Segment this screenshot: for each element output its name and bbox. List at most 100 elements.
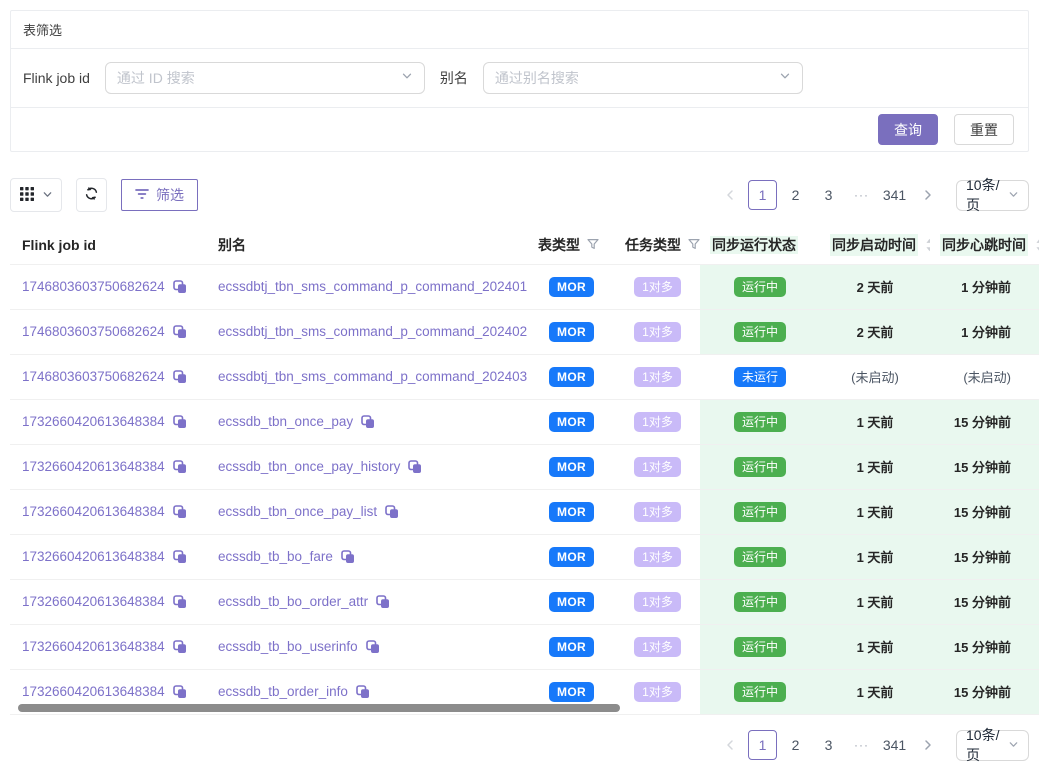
prev-page-button[interactable] [715, 730, 744, 760]
column-settings-button[interactable] [10, 178, 62, 212]
copy-icon[interactable] [376, 595, 390, 609]
reset-button[interactable]: 重置 [954, 114, 1014, 145]
chevron-down-icon [1008, 187, 1019, 203]
status-badge: 未运行 [734, 367, 786, 387]
job-id-link[interactable]: 1732660420613648384 [22, 414, 165, 429]
copy-icon[interactable] [173, 505, 187, 519]
filter-button[interactable]: 筛选 [121, 179, 198, 211]
copy-icon[interactable] [173, 460, 187, 474]
next-page-button[interactable] [913, 730, 942, 760]
copy-icon[interactable] [385, 505, 399, 519]
job-id-link[interactable]: 1746803603750682624 [22, 279, 165, 294]
page-size-select[interactable]: 10条/页 [956, 180, 1029, 211]
col-header-sync-heartbeat-time: 同步心跳时间 [930, 226, 1039, 264]
copy-icon[interactable] [173, 685, 187, 699]
copy-icon[interactable] [173, 325, 187, 339]
task-type-badge: 1对多 [634, 682, 681, 702]
alias-link[interactable]: ecssdb_tb_bo_order_attr [218, 594, 368, 609]
filter-funnel-icon[interactable] [587, 237, 599, 253]
sorter-icon[interactable] [1035, 238, 1039, 252]
page-button-341[interactable]: 341 [880, 730, 909, 760]
job-id-link[interactable]: 1746803603750682624 [22, 324, 165, 339]
copy-icon[interactable] [173, 640, 187, 654]
sorter-icon[interactable] [925, 238, 930, 252]
table-type-badge: MOR [549, 637, 594, 657]
copy-icon[interactable] [366, 640, 380, 654]
job-id-link[interactable]: 1732660420613648384 [22, 459, 165, 474]
sync-start-time: 1 天前 [857, 685, 894, 700]
copy-icon[interactable] [408, 460, 422, 474]
task-type-badge: 1对多 [634, 637, 681, 657]
sync-start-time: 1 天前 [857, 550, 894, 565]
alias-label: 别名 [440, 68, 468, 88]
sync-heartbeat-time: 1 分钟前 [961, 280, 1011, 295]
table-type-badge: MOR [549, 322, 594, 342]
task-type-badge: 1对多 [634, 547, 681, 567]
job-id-link[interactable]: 1732660420613648384 [22, 549, 165, 564]
alias-link[interactable]: ecssdbtj_tbn_sms_command_p_command_20240… [218, 324, 527, 339]
status-badge: 运行中 [734, 277, 786, 297]
alias-link[interactable]: ecssdb_tbn_once_pay_list [218, 504, 377, 519]
copy-icon[interactable] [356, 685, 370, 699]
page-size-select[interactable]: 10条/页 [956, 730, 1029, 761]
page-button-2[interactable]: 2 [781, 180, 810, 210]
page: 表筛选 Flink job id 通过 ID 搜索 别名 通过别名搜索 查询 重… [0, 0, 1039, 765]
alias-select[interactable]: 通过别名搜索 [483, 62, 803, 94]
page-button-3[interactable]: 3 [814, 180, 843, 210]
task-type-badge: 1对多 [634, 412, 681, 432]
sync-start-time: 1 天前 [857, 640, 894, 655]
copy-icon[interactable] [361, 415, 375, 429]
page-jump-ellipsis[interactable]: ··· [847, 730, 876, 760]
next-page-button[interactable] [913, 180, 942, 210]
bottom-bar: 1 2 3 ··· 341 10条/页 [10, 730, 1029, 761]
copy-icon[interactable] [173, 595, 187, 609]
status-badge: 运行中 [734, 457, 786, 477]
table-row: 1746803603750682624 ecssdbtj_tbn_sms_com… [10, 354, 1039, 399]
alias-link[interactable]: ecssdb_tbn_once_pay_history [218, 459, 400, 474]
task-type-badge: 1对多 [634, 457, 681, 477]
copy-icon[interactable] [173, 370, 187, 384]
pagination-bottom: 1 2 3 ··· 341 10条/页 [713, 730, 1029, 761]
sync-start-time: 1 天前 [857, 415, 894, 430]
col-header-sync-status: 同步运行状态 [700, 226, 820, 264]
job-id-link[interactable]: 1732660420613648384 [22, 684, 165, 699]
table-row: 1732660420613648384 ecssdb_tb_bo_order_a… [10, 579, 1039, 624]
col-header-sync-start-time: 同步启动时间 [820, 226, 930, 264]
job-id-link[interactable]: 1732660420613648384 [22, 504, 165, 519]
copy-icon[interactable] [173, 550, 187, 564]
page-jump-ellipsis[interactable]: ··· [847, 180, 876, 210]
filter-panel-header: 表筛选 [11, 11, 1028, 49]
status-badge: 运行中 [734, 502, 786, 522]
copy-icon[interactable] [341, 550, 355, 564]
table-row: 1732660420613648384 ecssdb_tb_bo_fare MO… [10, 534, 1039, 579]
alias-link[interactable]: ecssdbtj_tbn_sms_command_p_command_20240… [218, 369, 527, 384]
query-button[interactable]: 查询 [878, 114, 938, 145]
prev-page-button[interactable] [715, 180, 744, 210]
refresh-button[interactable] [76, 178, 107, 212]
filter-funnel-icon[interactable] [688, 237, 700, 253]
alias-link[interactable]: ecssdb_tb_bo_userinfo [218, 639, 358, 654]
alias-link[interactable]: ecssdb_tb_order_info [218, 684, 348, 699]
page-button-341[interactable]: 341 [880, 180, 909, 210]
page-button-3[interactable]: 3 [814, 730, 843, 760]
page-size-value: 10条/页 [966, 725, 1008, 765]
page-button-1[interactable]: 1 [748, 730, 777, 760]
alias-link[interactable]: ecssdb_tb_bo_fare [218, 549, 333, 564]
job-id-link[interactable]: 1746803603750682624 [22, 369, 165, 384]
sync-heartbeat-time: 1 分钟前 [961, 325, 1011, 340]
task-type-badge: 1对多 [634, 502, 681, 522]
col-header-table-type: 表类型 [528, 226, 615, 264]
job-id-link[interactable]: 1732660420613648384 [22, 639, 165, 654]
flink-job-id-select[interactable]: 通过 ID 搜索 [105, 62, 425, 94]
copy-icon[interactable] [173, 415, 187, 429]
filter-panel: 表筛选 Flink job id 通过 ID 搜索 别名 通过别名搜索 查询 重… [10, 10, 1029, 152]
copy-icon[interactable] [173, 280, 187, 294]
horizontal-scrollbar[interactable] [18, 704, 620, 712]
alias-link[interactable]: ecssdbtj_tbn_sms_command_p_command_20240… [218, 279, 527, 294]
filter-form: Flink job id 通过 ID 搜索 别名 通过别名搜索 [11, 49, 1028, 108]
alias-link[interactable]: ecssdb_tbn_once_pay [218, 414, 353, 429]
filter-panel-title: 表筛选 [23, 23, 62, 38]
page-button-2[interactable]: 2 [781, 730, 810, 760]
job-id-link[interactable]: 1732660420613648384 [22, 594, 165, 609]
page-button-1[interactable]: 1 [748, 180, 777, 210]
